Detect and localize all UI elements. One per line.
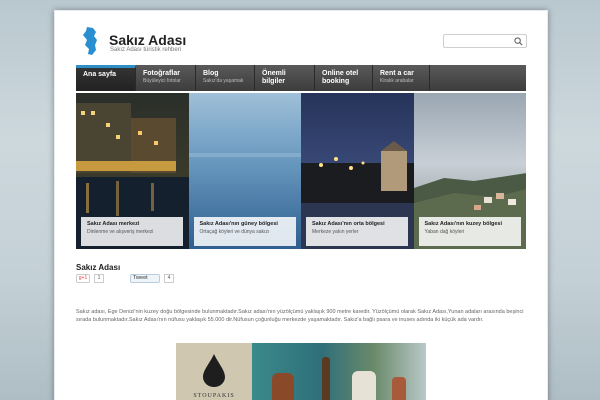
nav-item-label: Önemli bilgiler [262,70,286,85]
promo-photo [252,343,426,400]
tweet-button[interactable]: Tweet [130,274,160,283]
slide-caption-title: Sakız Adası'nın kuzey bölgesi [424,221,503,227]
slide-merkez[interactable]: Sakız Adası merkezi Dinlenme ve alışveri… [76,93,189,249]
nav-item-label: Blog [203,70,219,77]
nav-item-onemli-bilgiler[interactable]: Önemli bilgiler [255,65,315,91]
search-input[interactable] [443,34,527,48]
brand-name: STOUPAKIS [193,393,235,399]
slide-caption-title: Sakız Adası merkezi [87,221,140,227]
slide-caption[interactable]: Sakız Adası merkezi Dinlenme ve alışveri… [81,217,183,246]
slide-kuzey[interactable]: Sakız Adası'nın kuzey bölgesi Yaban dağ … [413,93,526,249]
nav-item-rent-a-car[interactable]: Rent a car Kiralık arabalar [373,65,430,91]
slide-caption-title: Sakız Adası'nın orta bölgesi [312,221,385,227]
google-plus-count: 1 [94,274,104,283]
nav-item-label: Fotoğraflar [143,70,180,77]
nav-item-sublabel: Kiralık arabalar [380,78,414,84]
slide-caption-subtitle: Merkeze yakın yerler [312,229,359,235]
nav-item-fotograflar[interactable]: Fotoğraflar Büyüleyici fotolar [136,65,196,91]
slide-caption-subtitle: Yaban dağ köyleri [424,229,465,235]
nav-item-label: Ana sayfa [83,71,117,78]
island-logo-icon[interactable] [81,26,99,56]
nav-item-label: Online otel booking [322,70,359,85]
nav-item-blog[interactable]: Blog Sakız'da yaşamak [196,65,255,91]
slide-orta[interactable]: Sakız Adası'nın orta bölgesi Merkeze yak… [301,93,414,249]
social-buttons: g+1 1 Tweet 4 [76,274,174,283]
slide-caption[interactable]: Sakız Adası'nın orta bölgesi Merkeze yak… [306,217,408,246]
page-title: Sakız Adası [76,263,121,272]
page-container: Sakız Adası Sakız Adası türistik rehberi… [54,10,548,400]
site-header: Sakız Adası Sakız Adası türistik rehberi [55,11,547,63]
nav-item-online-otel-booking[interactable]: Online otel booking [315,65,373,91]
site-subtitle: Sakız Adası türistik rehberi [110,47,182,53]
slide-guney[interactable]: Sakız Adası'nın güney bölgesi Ortaçağ kö… [188,93,301,249]
tweet-count: 4 [164,274,174,283]
nav-item-label: Rent a car [380,70,414,77]
brand-panel: STOUPAKIS [176,343,252,400]
slide-caption-subtitle: Dinlenme ve alışveriş merkezi [87,229,154,235]
drop-logo-icon [203,354,225,387]
slide-caption-title: Sakız Adası'nın güney bölgesi [199,221,278,227]
search-icon[interactable] [514,37,523,46]
nav-item-ana-sayfa[interactable]: Ana sayfa [76,65,136,91]
intro-paragraph: Sakız adası, Ege Denizi'nin kuzey doğu b… [76,309,524,323]
google-plus-button[interactable]: g+1 [76,274,90,283]
nav-item-sublabel: Büyüleyici fotolar [143,78,181,84]
slide-caption[interactable]: Sakız Adası'nın güney bölgesi Ortaçağ kö… [193,217,296,246]
nav-item-sublabel: Sakız'da yaşamak [203,78,244,84]
slide-caption-subtitle: Ortaçağ köyleri ve dünya sakızı [199,229,270,235]
image-slider: Sakız Adası merkezi Dinlenme ve alışveri… [76,93,526,249]
site-title[interactable]: Sakız Adası [109,32,186,48]
slide-caption[interactable]: Sakız Adası'nın kuzey bölgesi Yaban dağ … [418,217,521,246]
promo-banner[interactable]: STOUPAKIS [176,343,426,400]
main-nav: Ana sayfa Fotoğraflar Büyüleyici fotolar… [76,65,526,91]
